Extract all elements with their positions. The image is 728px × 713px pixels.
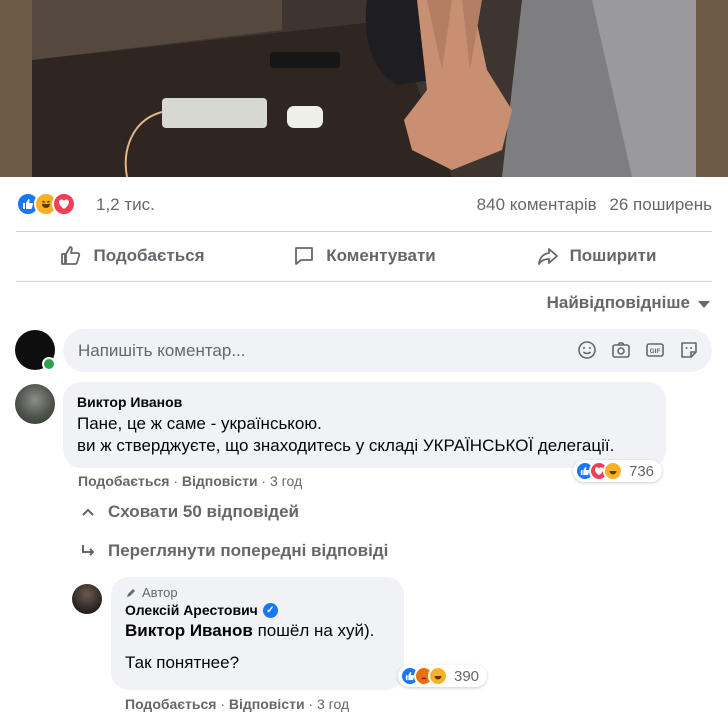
like-button[interactable]: Подобається <box>16 232 248 280</box>
caret-down-icon <box>698 300 710 308</box>
chevron-up-icon <box>82 508 94 516</box>
comment-text-line-1: Пане, це ж саме - українською. <box>77 414 322 433</box>
thumbs-up-icon <box>61 246 81 265</box>
photo-illustration <box>32 0 696 177</box>
pencil-icon <box>127 588 135 597</box>
reactions-summary: 1,2 тис. 840 коментарів 26 поширень <box>16 190 712 218</box>
reply-reply-link[interactable]: Відповісти <box>229 696 305 712</box>
reply-author-row: Олексій Арестович ✓ <box>125 602 390 618</box>
post-action-bar: Подобається Коментувати Поширити <box>16 232 712 280</box>
author-badge-label: Автор <box>142 585 178 600</box>
sticker-icon[interactable] <box>678 339 700 361</box>
post-photo[interactable] <box>0 0 728 177</box>
reply-author[interactable]: Олексій Арестович <box>125 602 258 618</box>
share-button[interactable]: Поширити <box>480 232 712 280</box>
comment-button-label: Коментувати <box>326 246 436 265</box>
divider-bottom <box>16 281 712 282</box>
emoji-icon[interactable] <box>576 339 598 361</box>
reply-reactions[interactable]: 390 <box>398 665 488 687</box>
reply-like-link[interactable]: Подобається <box>125 696 216 712</box>
reply-arrow-icon <box>82 545 95 556</box>
composer-tools: GIF <box>576 339 700 361</box>
comment-text-line-2: ви ж стверджуєте, що знаходитесь у склад… <box>77 436 615 455</box>
online-status-dot <box>42 357 56 371</box>
comment-author[interactable]: Виктор Иванов <box>77 394 652 410</box>
view-previous-replies-link[interactable]: Переглянути попередні відповіді <box>80 541 388 561</box>
comment-button[interactable]: Коментувати <box>248 232 480 280</box>
mention-link[interactable]: Виктор Иванов <box>125 621 253 640</box>
comment-meta: Подобається · Відповісти · 3 год <box>78 473 303 489</box>
reaction-icons[interactable] <box>16 192 76 216</box>
haha-reaction-icon <box>603 461 623 481</box>
reply-author-avatar[interactable] <box>72 584 102 614</box>
sort-label: Найвідповідніше <box>546 293 690 312</box>
speech-bubble-icon <box>295 247 314 265</box>
share-arrow-icon <box>537 248 558 265</box>
author-badge: Автор <box>125 585 390 600</box>
comment-like-link[interactable]: Подобається <box>78 473 169 489</box>
hide-replies-link[interactable]: Сховати 50 відповідей <box>80 502 299 522</box>
photo-blur-left <box>0 0 32 177</box>
comment-input-placeholder[interactable]: Напишіть коментар... <box>78 341 246 361</box>
love-reaction-icon <box>52 192 76 216</box>
comment-bubble: Виктор Иванов Пане, це ж саме - українсь… <box>63 382 666 468</box>
commenter-avatar[interactable] <box>15 384 55 424</box>
reply-reactions-count: 390 <box>454 667 480 685</box>
haha-reaction-icon <box>428 666 448 686</box>
shares-count[interactable]: 26 поширень <box>609 195 712 214</box>
comment-reply-link[interactable]: Відповісти <box>182 473 258 489</box>
gif-icon[interactable]: GIF <box>644 339 666 361</box>
share-button-label: Поширити <box>569 246 657 265</box>
post-stats: 840 коментарів 26 поширень <box>477 195 712 215</box>
photo-blur-right <box>696 0 728 177</box>
reply-meta: Подобається · Відповісти · 3 год <box>125 696 350 712</box>
camera-icon[interactable] <box>610 339 632 361</box>
hide-replies-label: Сховати 50 відповідей <box>108 502 299 521</box>
reply-time[interactable]: 3 год <box>317 696 349 712</box>
comment-composer[interactable]: Напишіть коментар... GIF <box>63 329 712 372</box>
view-previous-label: Переглянути попередні відповіді <box>108 541 389 560</box>
photo-content <box>32 0 696 177</box>
verified-badge-icon: ✓ <box>262 602 278 618</box>
comment-time[interactable]: 3 год <box>270 473 302 489</box>
like-button-label: Подобається <box>93 246 205 265</box>
reply-text-line-1: Виктор Иванов пошёл на хуй). <box>125 620 390 642</box>
reply-bubble: Автор Олексій Арестович ✓ Виктор Иванов … <box>111 577 404 690</box>
reply-text: пошёл на хуй). <box>252 621 375 640</box>
reply-text-line-2: Так понятнее? <box>125 653 240 672</box>
svg-text:GIF: GIF <box>650 348 661 355</box>
comment-sort-dropdown[interactable]: Найвідповідніше <box>547 293 710 313</box>
reactions-count[interactable]: 1,2 тис. <box>96 195 155 215</box>
comment-reactions[interactable]: 736 <box>573 460 663 482</box>
comment-reactions-count: 736 <box>629 462 655 480</box>
comments-count[interactable]: 840 коментарів <box>477 195 597 214</box>
